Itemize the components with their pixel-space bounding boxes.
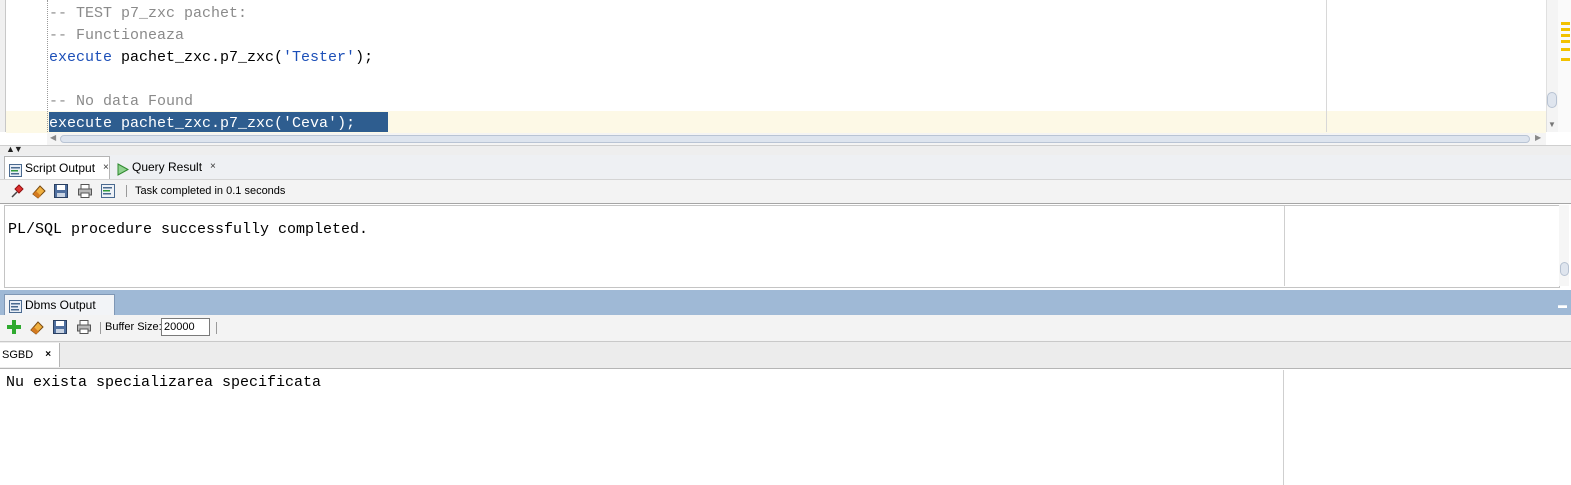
fold-guide: [47, 0, 48, 132]
print-icon[interactable]: [77, 183, 93, 199]
code-line-execute-selected[interactable]: execute pachet_zxc.p7_zxc('Ceva');: [49, 113, 355, 135]
tab-label: Dbms Output: [25, 298, 96, 312]
script-output-text: PL/SQL procedure successfully completed.: [8, 221, 369, 238]
task-status-text: Task completed in 0.1 seconds: [135, 185, 286, 197]
overview-marker[interactable]: [1561, 48, 1570, 51]
dbms-toolbar: [0, 315, 1571, 342]
scroll-left-arrow-icon[interactable]: ◀: [50, 133, 56, 142]
print-icon[interactable]: [76, 319, 92, 335]
save-icon[interactable]: [53, 183, 69, 199]
dbms-output-text: Nu exista specializarea specificata: [6, 374, 322, 391]
sql-editor[interactable]: -- TEST p7_zxc pachet: -- Functioneaza e…: [0, 0, 1571, 147]
tab-label: Query Result: [132, 160, 203, 174]
overview-marker[interactable]: [1561, 34, 1570, 37]
string-literal: 'Ceva': [283, 115, 338, 132]
scroll-right-arrow-icon[interactable]: ▶: [1535, 133, 1541, 142]
toolbar-separator: [216, 322, 217, 334]
connection-tab-label: SGBD: [2, 349, 34, 361]
statement-end: );: [337, 115, 356, 132]
editor-horizontal-scroll-thumb[interactable]: [60, 135, 1530, 143]
right-margin-line: [1326, 0, 1327, 132]
close-icon[interactable]: ×: [45, 343, 51, 367]
output-margin-line: [1284, 206, 1285, 286]
buffer-size-input[interactable]: [161, 318, 210, 336]
output-scroll-thumb[interactable]: [1560, 262, 1569, 276]
tab-connection-sgbd[interactable]: SGBD ×: [0, 343, 61, 367]
pin-icon[interactable]: [9, 183, 25, 199]
string-literal: 'Tester': [283, 49, 356, 66]
dbms-margin-line: [1283, 370, 1284, 485]
script-output-icon: [9, 162, 22, 177]
dbms-output-icon: [9, 299, 22, 313]
tab-script-output[interactable]: Script Output ×: [4, 156, 110, 179]
script-output-area[interactable]: [4, 205, 1560, 288]
output-tab-bar: [0, 155, 1571, 180]
keyword-execute: execute: [49, 49, 113, 66]
export-icon[interactable]: [100, 183, 116, 199]
buffer-size-label: Buffer Size:: [105, 321, 162, 333]
tab-label: Script Output: [25, 161, 96, 175]
close-icon[interactable]: ×: [210, 156, 216, 178]
code-line-comment[interactable]: -- Functioneaza: [49, 25, 184, 47]
toolbar-separator: [100, 322, 101, 334]
editor-vertical-scroll-thumb[interactable]: [1547, 92, 1557, 108]
procedure-call: pachet_zxc.p7_zxc(: [112, 115, 284, 132]
toolbar-separator: [126, 185, 127, 197]
tab-dbms-output[interactable]: Dbms Output: [4, 294, 115, 316]
add-connection-icon[interactable]: [6, 319, 22, 335]
close-icon[interactable]: ×: [103, 157, 109, 179]
save-icon[interactable]: [52, 319, 68, 335]
keyword-execute: execute: [49, 115, 113, 132]
code-line-execute[interactable]: execute pachet_zxc.p7_zxc('Tester');: [49, 47, 373, 69]
eraser-icon[interactable]: [29, 319, 45, 335]
procedure-call: pachet_zxc.p7_zxc(: [112, 49, 284, 66]
splitter-arrows-icon[interactable]: ▲▼: [6, 144, 23, 154]
overview-marker[interactable]: [1561, 40, 1570, 43]
tab-query-result[interactable]: Query Result ×: [112, 156, 216, 178]
scroll-down-arrow-icon[interactable]: ▼: [1548, 120, 1556, 129]
overview-marker[interactable]: [1561, 58, 1570, 61]
connection-tab-bar: [0, 342, 1571, 369]
overview-marker[interactable]: [1561, 28, 1570, 31]
overview-marker[interactable]: [1561, 22, 1570, 25]
minimize-icon[interactable]: ▬: [1558, 300, 1569, 310]
code-line-comment[interactable]: -- No data Found: [49, 91, 193, 113]
overview-ruler[interactable]: [1558, 0, 1571, 132]
eraser-icon[interactable]: [31, 183, 47, 199]
run-triangle-icon: [116, 161, 130, 176]
statement-end: );: [355, 49, 374, 66]
code-line-comment[interactable]: -- TEST p7_zxc pachet:: [49, 3, 247, 25]
dbms-output-header: [0, 290, 1571, 315]
